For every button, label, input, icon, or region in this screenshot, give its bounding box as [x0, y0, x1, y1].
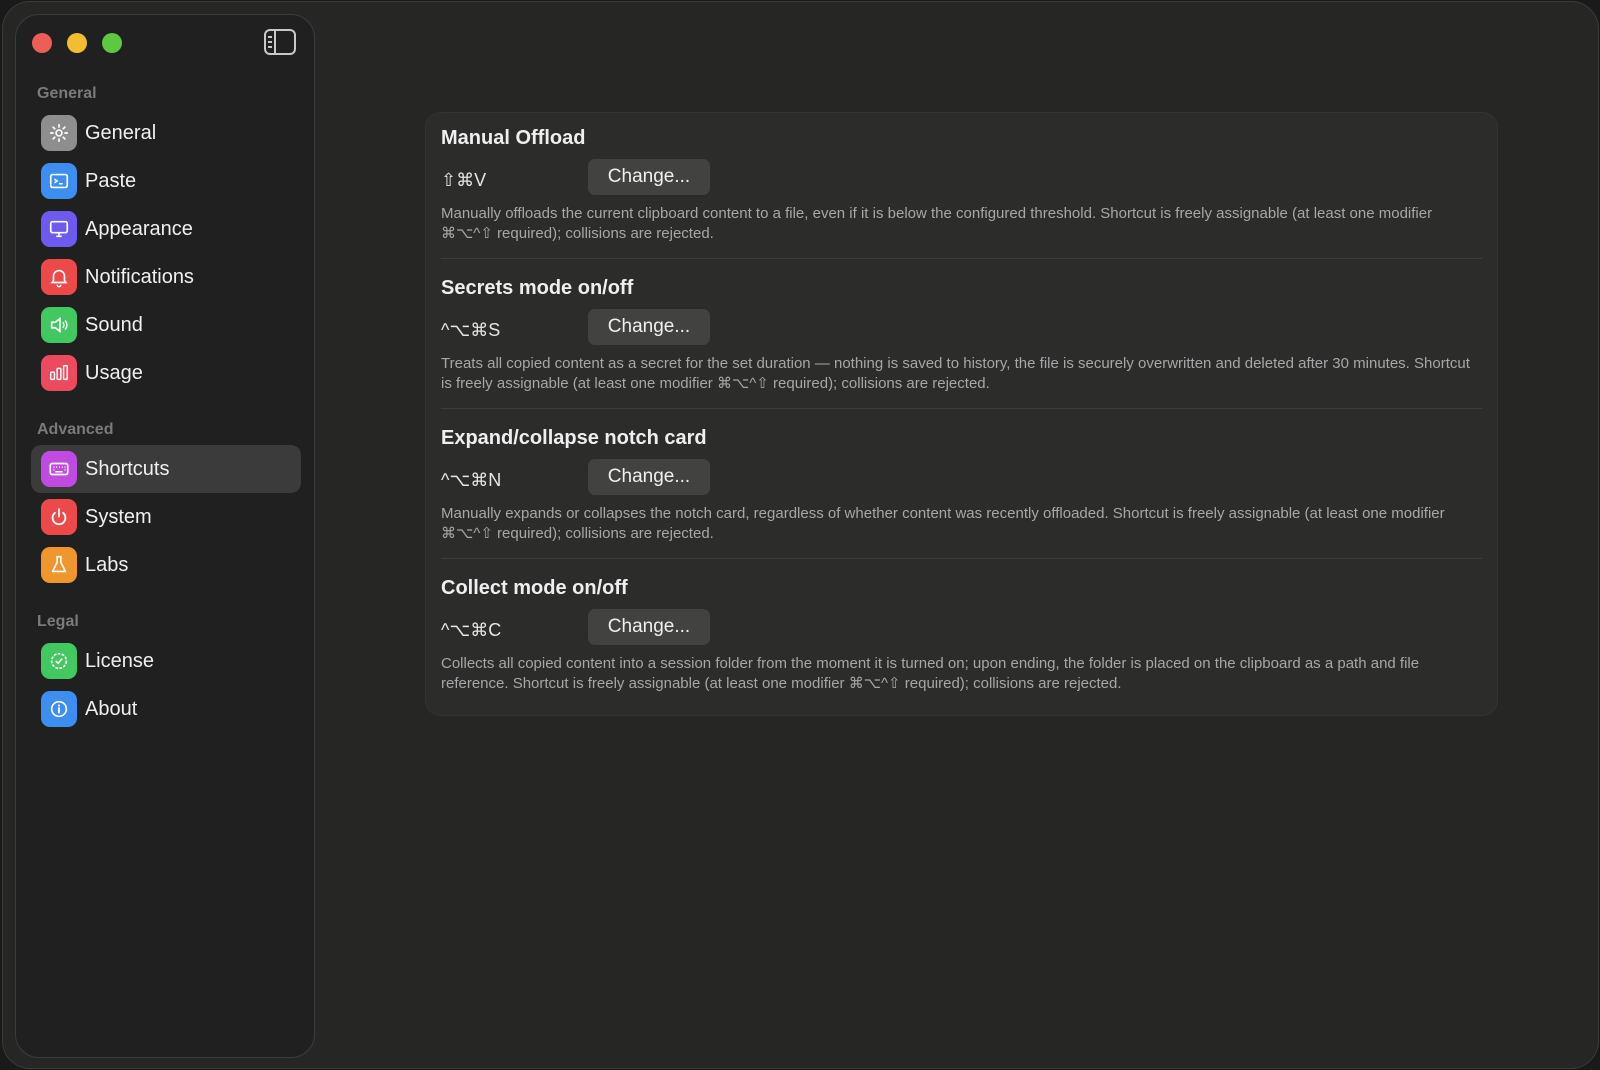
shortcut-description: Collects all copied content into a sessi… [441, 655, 1420, 692]
shortcut-title: Collect mode on/off [441, 577, 628, 599]
shortcut-keys: ^⌥⌘C [441, 620, 502, 640]
sidebar-item-about[interactable]: About [31, 685, 301, 733]
shortcut-title: Expand/collapse notch card [441, 427, 707, 449]
toggle-sidebar-icon[interactable] [264, 29, 296, 55]
sidebar-item-general[interactable]: General [31, 109, 301, 157]
sidebar-item-label: Labs [85, 553, 129, 576]
sidebar-item-label: System [85, 505, 152, 528]
change-shortcut-button[interactable]: Change... [588, 159, 710, 195]
shortcut-description: Manually offloads the current clipboard … [441, 205, 1433, 242]
sidebar-item-labs[interactable]: Labs [31, 541, 301, 589]
sidebar-item-label: License [85, 649, 154, 672]
change-shortcut-button[interactable]: Change... [588, 459, 710, 495]
sidebar-item-system[interactable]: System [31, 493, 301, 541]
shortcut-description: Manually expands or collapses the notch … [441, 505, 1445, 542]
shortcuts-card: Manual Offload ⇧⌘V Change... Manually of… [425, 112, 1498, 716]
speaker-icon [41, 307, 77, 343]
sidebar-item-label: Shortcuts [85, 457, 170, 480]
section-label-legal: Legal [37, 613, 79, 630]
flask-icon [41, 547, 77, 583]
shortcut-keys: ^⌥⌘S [441, 320, 501, 340]
sidebar-item-label: Usage [85, 361, 143, 384]
change-shortcut-button[interactable]: Change... [588, 609, 710, 645]
sidebar-item-usage[interactable]: Usage [31, 349, 301, 397]
shortcut-title: Secrets mode on/off [441, 277, 634, 299]
sidebar-item-license[interactable]: License [31, 637, 301, 685]
keyboard-icon [41, 451, 77, 487]
sidebar-item-label: Sound [85, 313, 143, 336]
shortcut-description: Treats all copied content as a secret fo… [441, 355, 1470, 392]
divider [441, 558, 1482, 559]
bell-icon [41, 259, 77, 295]
sidebar-item-sound[interactable]: Sound [31, 301, 301, 349]
close-window-button[interactable] [32, 33, 52, 53]
power-icon [41, 499, 77, 535]
sidebar-item-label: General [85, 121, 157, 144]
sidebar-item-paste[interactable]: Paste [31, 157, 301, 205]
checkmark-seal-icon [41, 643, 77, 679]
shortcut-keys: ⇧⌘V [441, 170, 487, 190]
divider [441, 408, 1482, 409]
shortcut-title: Manual Offload [441, 127, 586, 149]
display-icon [41, 211, 77, 247]
sidebar-item-shortcuts[interactable]: Shortcuts [31, 445, 301, 493]
minimize-window-button[interactable] [67, 33, 87, 53]
sidebar-item-appearance[interactable]: Appearance [31, 205, 301, 253]
sidebar-item-label: Appearance [85, 217, 193, 240]
sidebar-item-notifications[interactable]: Notifications [31, 253, 301, 301]
terminal-icon [41, 163, 77, 199]
gear-icon [41, 115, 77, 151]
section-label-advanced: Advanced [37, 421, 114, 438]
divider [441, 258, 1482, 259]
zoom-window-button[interactable] [102, 33, 122, 53]
bar-chart-icon [41, 355, 77, 391]
sidebar-item-label: About [85, 697, 138, 720]
shortcut-keys: ^⌥⌘N [441, 470, 502, 490]
section-label-general: General [37, 85, 97, 102]
sidebar-item-label: Notifications [85, 265, 194, 288]
sidebar-item-label: Paste [85, 169, 137, 192]
change-shortcut-button[interactable]: Change... [588, 309, 710, 345]
info-icon [41, 691, 77, 727]
sidebar: General General Paste Appearance Notific… [15, 14, 315, 1058]
settings-window: General General Paste Appearance Notific… [2, 1, 1599, 1069]
